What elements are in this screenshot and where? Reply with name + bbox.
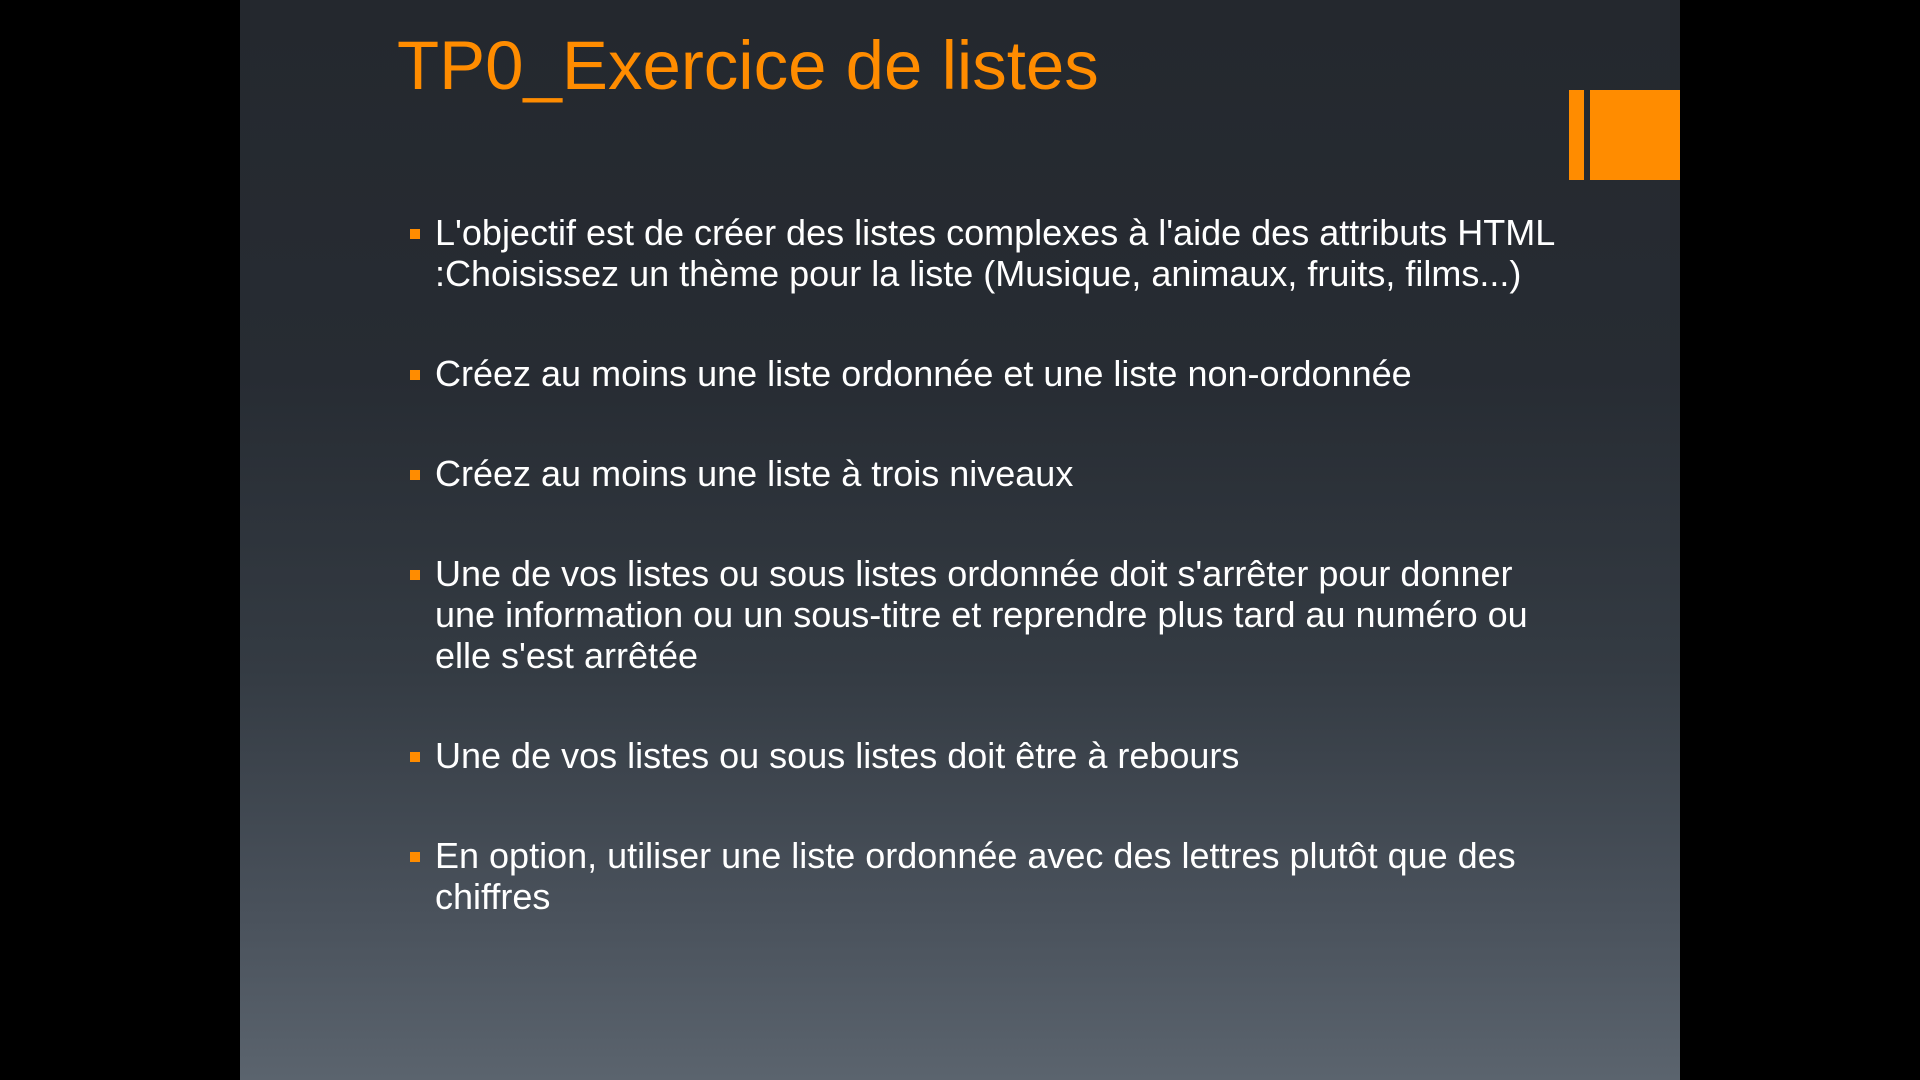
bullet-item: Créez au moins une liste à trois niveaux (408, 453, 1568, 494)
bullet-item: Une de vos listes ou sous listes ordonné… (408, 553, 1568, 676)
bullet-list: L'objectif est de créer des listes compl… (408, 212, 1568, 976)
accent-block-decoration (1590, 90, 1680, 180)
bullet-item: L'objectif est de créer des listes compl… (408, 212, 1568, 294)
presentation-viewer: TP0_Exercice de listes L'objectif est de… (0, 0, 1920, 1080)
bullet-text: Créez au moins une liste ordonnée et une… (435, 353, 1412, 394)
square-bullet-icon (410, 852, 420, 862)
bullet-text: Une de vos listes ou sous listes ordonné… (435, 553, 1528, 676)
slide: TP0_Exercice de listes L'objectif est de… (240, 0, 1680, 1080)
square-bullet-icon (410, 370, 420, 380)
square-bullet-icon (410, 470, 420, 480)
bullet-text: En option, utiliser une liste ordonnée a… (435, 835, 1516, 917)
accent-bar-decoration (1569, 90, 1584, 180)
bullet-text: Une de vos listes ou sous listes doit êt… (435, 735, 1240, 776)
bullet-item: En option, utiliser une liste ordonnée a… (408, 835, 1568, 917)
bullet-text: L'objectif est de créer des listes compl… (435, 212, 1554, 294)
slide-title: TP0_Exercice de listes (397, 27, 1099, 104)
square-bullet-icon (410, 229, 420, 239)
square-bullet-icon (410, 570, 420, 580)
bullet-item: Créez au moins une liste ordonnée et une… (408, 353, 1568, 394)
bullet-item: Une de vos listes ou sous listes doit êt… (408, 735, 1568, 776)
bullet-text: Créez au moins une liste à trois niveaux (435, 453, 1074, 494)
square-bullet-icon (410, 752, 420, 762)
